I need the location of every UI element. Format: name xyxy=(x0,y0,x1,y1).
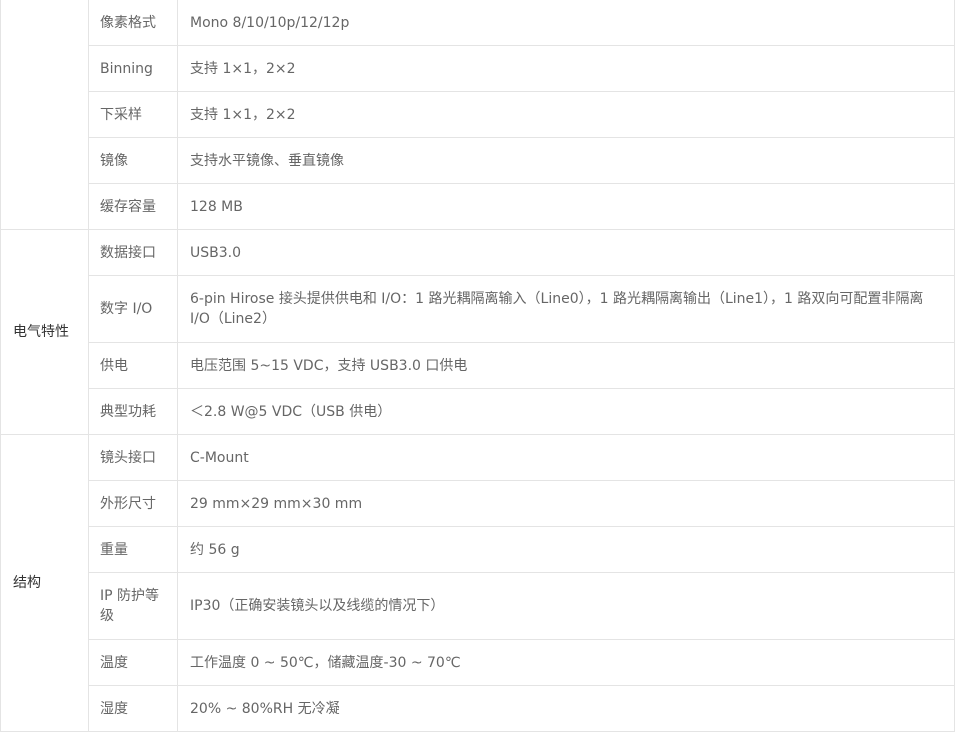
row-label: 外形尺寸 xyxy=(88,480,178,527)
table-row: 典型功耗 ＜2.8 W@5 VDC（USB 供电） xyxy=(1,388,955,435)
table-row: Binning 支持 1×1，2×2 xyxy=(1,45,955,92)
row-value: 128 MB xyxy=(177,183,955,230)
table-row: 重量 约 56 g xyxy=(1,526,955,573)
row-label: 温度 xyxy=(88,639,178,686)
row-value: C-Mount xyxy=(177,434,955,481)
row-label: 镜像 xyxy=(88,137,178,184)
table-row: 供电 电压范围 5~15 VDC，支持 USB3.0 口供电 xyxy=(1,342,955,389)
row-value: 电压范围 5~15 VDC，支持 USB3.0 口供电 xyxy=(177,342,955,389)
group-cell-image xyxy=(0,0,89,230)
table-row: 缓存容量 128 MB xyxy=(1,183,955,230)
row-label: 镜头接口 xyxy=(88,434,178,481)
row-value: 支持水平镜像、垂直镜像 xyxy=(177,137,955,184)
table-row: 镜像 支持水平镜像、垂直镜像 xyxy=(1,137,955,184)
row-label: 下采样 xyxy=(88,91,178,138)
table-row: 电气特性 数据接口 USB3.0 xyxy=(0,229,955,435)
row-label: 数据接口 xyxy=(88,229,178,276)
row-value: 支持 1×1，2×2 xyxy=(177,45,955,92)
row-label: IP 防护等级 xyxy=(88,572,178,640)
row-label: 数字 I/O xyxy=(88,275,178,343)
row-label: 缓存容量 xyxy=(88,183,178,230)
table-row: 外形尺寸 29 mm×29 mm×30 mm xyxy=(1,480,955,527)
row-label: 湿度 xyxy=(88,685,178,732)
table-row: 湿度 20% ~ 80%RH 无冷凝 xyxy=(1,685,955,732)
table-row: 温度 工作温度 0 ~ 50℃，储藏温度-30 ~ 70℃ xyxy=(1,639,955,686)
table-row: 数字 I/O 6-pin Hirose 接头提供供电和 I/O：1 路光耦隔离输… xyxy=(1,275,955,343)
row-label: 典型功耗 xyxy=(88,388,178,435)
table-row: 结构 镜头接口 C-Mount xyxy=(0,434,955,732)
spec-table: 像素格式 Mono 8/10/10p/12/12p Binning 支持 1×1… xyxy=(0,0,955,732)
row-value: 支持 1×1，2×2 xyxy=(177,91,955,138)
row-value: 工作温度 0 ~ 50℃，储藏温度-30 ~ 70℃ xyxy=(177,639,955,686)
row-label: Binning xyxy=(88,45,178,92)
row-value: USB3.0 xyxy=(177,229,955,276)
row-value: IP30（正确安装镜头以及线缆的情况下） xyxy=(177,572,955,640)
group-cell-electrical: 电气特性 xyxy=(0,229,89,435)
table-row: 下采样 支持 1×1，2×2 xyxy=(1,91,955,138)
row-value: ＜2.8 W@5 VDC（USB 供电） xyxy=(177,388,955,435)
table-row: 像素格式 Mono 8/10/10p/12/12p xyxy=(0,0,955,230)
row-label: 供电 xyxy=(88,342,178,389)
row-value: 29 mm×29 mm×30 mm xyxy=(177,480,955,527)
row-value: 20% ~ 80%RH 无冷凝 xyxy=(177,685,955,732)
table-row: IP 防护等级 IP30（正确安装镜头以及线缆的情况下） xyxy=(1,572,955,640)
row-label: 像素格式 xyxy=(88,0,178,46)
row-value: Mono 8/10/10p/12/12p xyxy=(177,0,955,46)
row-value: 约 56 g xyxy=(177,526,955,573)
row-value: 6-pin Hirose 接头提供供电和 I/O：1 路光耦隔离输入（Line0… xyxy=(177,275,955,343)
group-cell-structure: 结构 xyxy=(0,434,89,732)
row-label: 重量 xyxy=(88,526,178,573)
